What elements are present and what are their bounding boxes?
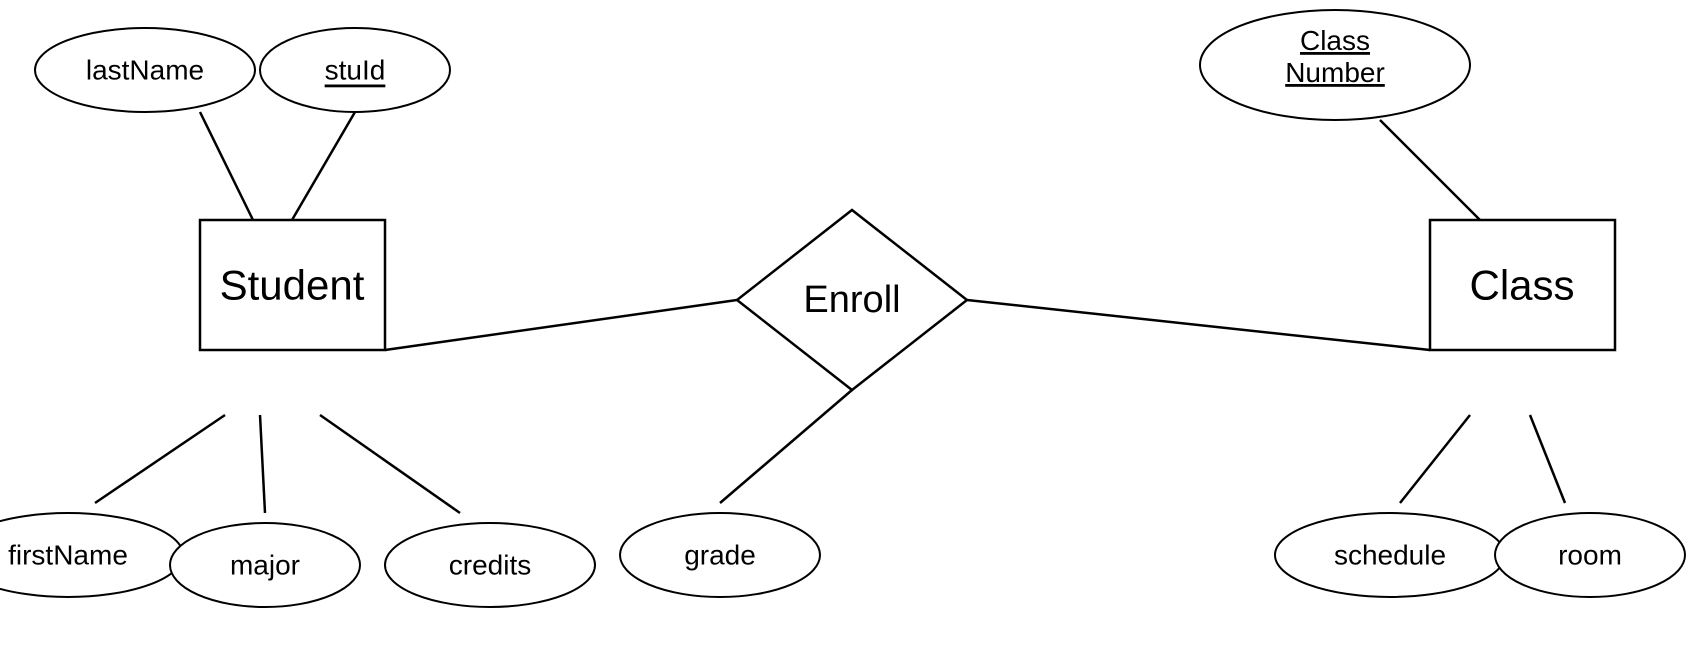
schedule-label: schedule [1334, 540, 1446, 571]
connector-enroll-class [967, 300, 1430, 350]
connector-student-credits [320, 415, 460, 513]
room-label: room [1558, 540, 1622, 571]
credits-label: credits [449, 550, 531, 581]
classNumber-label2: Number [1285, 57, 1385, 88]
connector-enroll-grade [720, 390, 852, 503]
firstName-label: firstName [8, 540, 128, 571]
grade-label: grade [684, 540, 756, 571]
connector-stuId-student [292, 112, 355, 220]
lastName-label: lastName [86, 55, 204, 86]
connector-student-firstName [95, 415, 225, 503]
student-label: Student [220, 262, 365, 309]
connector-class-room [1530, 415, 1565, 503]
connector-student-enroll [385, 300, 737, 350]
classNumber-label: Class [1300, 25, 1370, 56]
connector-classNumber-class [1380, 120, 1480, 220]
enroll-label: Enroll [803, 279, 900, 321]
class-label: Class [1469, 262, 1574, 309]
er-diagram: Student Class Enroll lastName stuId firs… [0, 0, 1705, 649]
connector-class-schedule [1400, 415, 1470, 503]
stuId-label: stuId [325, 55, 386, 86]
connector-student-major [260, 415, 265, 513]
major-label: major [230, 550, 300, 581]
connector-lastName-student [200, 112, 253, 220]
